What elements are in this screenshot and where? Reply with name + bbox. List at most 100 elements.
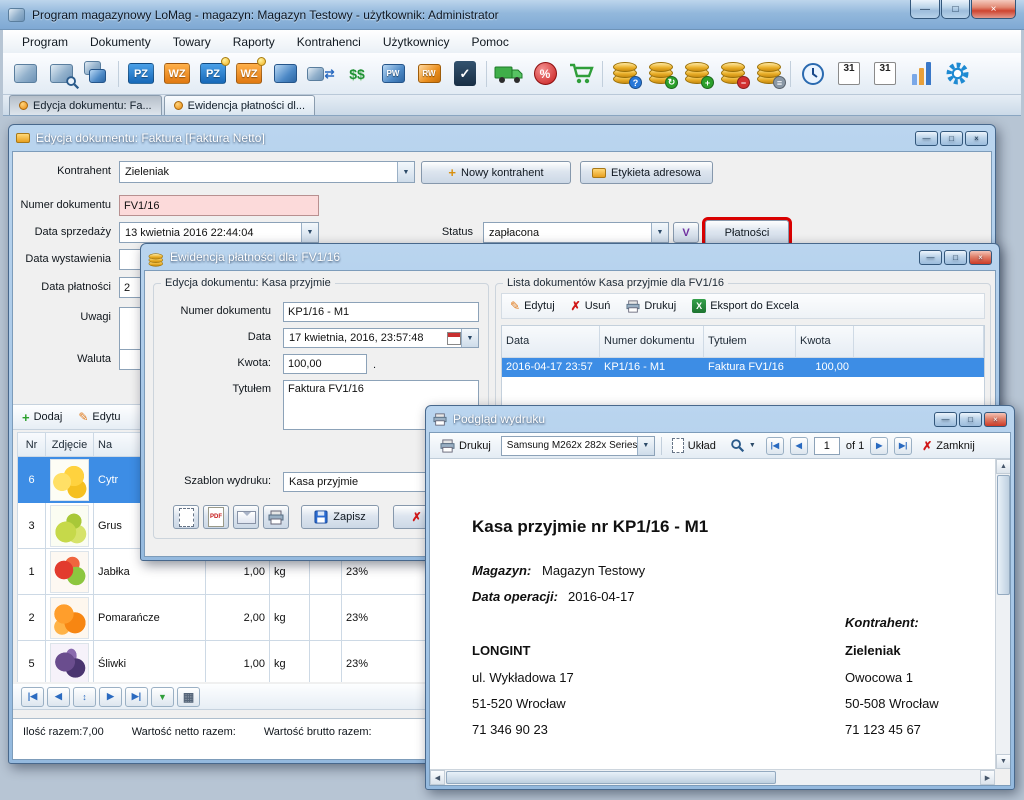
kp-numer-field[interactable]: KP1/16 - M1	[283, 302, 479, 322]
kontrahent-combobox[interactable]: Zieleniak ▼	[119, 161, 415, 183]
wz-document-icon[interactable]: WZ	[159, 56, 195, 92]
menu-raporty[interactable]: Raporty	[222, 32, 286, 52]
pz-document-icon[interactable]: PZ	[123, 56, 159, 92]
chevron-down-icon[interactable]: ▼	[397, 162, 414, 182]
export-pdf-button[interactable]: PDF	[203, 505, 229, 529]
header-numer-dokumentu[interactable]: Numer dokumentu	[600, 326, 704, 358]
sales-cart-icon[interactable]	[563, 56, 599, 92]
menu-pomoc[interactable]: Pomoc	[461, 32, 520, 52]
chevron-down-icon[interactable]: ▼	[301, 223, 318, 242]
printer-combobox[interactable]: Samsung M262x 282x Series ▼	[501, 436, 655, 456]
payment-minimize-button[interactable]: —	[919, 250, 942, 265]
print-preview-button[interactable]	[173, 505, 199, 529]
calendar-alt-icon[interactable]: 31	[867, 56, 903, 92]
grid-view-button[interactable]: ▦	[177, 687, 200, 707]
menu-towary[interactable]: Towary	[162, 32, 222, 52]
maximize-button[interactable]: □	[941, 0, 970, 19]
horizontal-scrollbar[interactable]: ◀ ▶	[430, 769, 995, 785]
payment-close-button[interactable]: ×	[969, 250, 992, 265]
prices-icon[interactable]: $$	[339, 56, 375, 92]
menu-program[interactable]: Program	[11, 32, 79, 52]
menu-dokumenty[interactable]: Dokumenty	[79, 32, 162, 52]
transfer-items-icon[interactable]: ⇄	[303, 56, 339, 92]
invoice-close-button[interactable]: ×	[965, 131, 988, 146]
rw-document-icon[interactable]: RW	[411, 56, 447, 92]
header-data[interactable]: Data	[502, 326, 600, 358]
list-edytuj-button[interactable]: ✎Edytuj	[510, 299, 555, 313]
invoice-titlebar[interactable]: Edycja dokumentu: Faktura [Faktura Netto…	[12, 125, 992, 151]
preview-maximize-button[interactable]: □	[959, 412, 982, 427]
invoice-maximize-button[interactable]: □	[940, 131, 963, 146]
vertical-scrollbar[interactable]: ▲ ▼	[995, 459, 1010, 769]
nav-first-button[interactable]: |◀	[21, 687, 44, 707]
pw-document-icon[interactable]: PW	[375, 56, 411, 92]
zapisz-button[interactable]: Zapisz	[301, 505, 379, 529]
header-tytulem[interactable]: Tytułem	[704, 326, 796, 358]
uklad-button[interactable]: Układ	[668, 436, 720, 455]
vertical-scroll-thumb[interactable]	[997, 475, 1010, 595]
payments-list-icon[interactable]: ≡	[751, 56, 787, 92]
list-usun-button[interactable]: ✗Usuń	[571, 299, 611, 313]
reports-chart-icon[interactable]	[903, 56, 939, 92]
tab-edycja-dokumentu[interactable]: Edycja dokumentu: Fa...	[9, 95, 162, 115]
header-nr[interactable]: Nr	[18, 433, 46, 457]
edytuj-button[interactable]: ✎Edytu	[78, 410, 120, 424]
chevron-down-icon[interactable]: ▼	[637, 437, 654, 455]
history-clock-icon[interactable]	[795, 56, 831, 92]
platnosci-button[interactable]: Płatności	[705, 220, 789, 245]
payment-titlebar[interactable]: Ewidencja płatności dla: FV1/16 — □ ×	[144, 244, 996, 270]
stocktaking-icon[interactable]: ✓	[447, 56, 483, 92]
send-email-button[interactable]	[233, 505, 259, 529]
scroll-right-button[interactable]: ▶	[980, 770, 995, 785]
scroll-left-button[interactable]: ◀	[430, 770, 445, 785]
numer-dokumentu-field[interactable]: FV1/16	[119, 195, 319, 216]
preview-close-button[interactable]: ×	[984, 412, 1007, 427]
scroll-up-button[interactable]: ▲	[996, 459, 1011, 474]
header-kwota[interactable]: Kwota	[796, 326, 854, 358]
chevron-down-icon[interactable]: ▼	[461, 329, 478, 347]
wz-correction-icon[interactable]: WZ	[231, 56, 267, 92]
zamknij-button[interactable]: ✗ Zamknij	[918, 437, 979, 455]
discounts-icon[interactable]: %	[527, 56, 563, 92]
header-zdjecie[interactable]: Zdjęcie	[46, 433, 94, 457]
filter-funnel-button[interactable]: ▼	[151, 687, 174, 707]
payments-search-icon[interactable]: ?	[607, 56, 643, 92]
etykieta-adresowa-button[interactable]: Etykieta adresowa	[580, 161, 713, 184]
find-item-icon[interactable]	[43, 56, 79, 92]
settings-gear-icon[interactable]	[939, 56, 975, 92]
preview-drukuj-button[interactable]: Drukuj	[436, 437, 495, 455]
kp-data-picker[interactable]: 17 kwietnia, 2016, 23:57:48 ▼	[283, 328, 479, 348]
menu-kontrahenci[interactable]: Kontrahenci	[286, 32, 372, 52]
close-button[interactable]: ×	[971, 0, 1016, 19]
menu-uzytkownicy[interactable]: Użytkownicy	[372, 32, 461, 52]
pz-correction-icon[interactable]: PZ	[195, 56, 231, 92]
tab-ewidencja-platnosci[interactable]: Ewidencja płatności dl...	[164, 95, 315, 115]
nav-prev-button[interactable]: ◀	[47, 687, 70, 707]
inventory-cube-icon[interactable]	[267, 56, 303, 92]
horizontal-scroll-thumb[interactable]	[446, 771, 776, 784]
kp-kwota-field[interactable]: 100,00	[283, 354, 367, 374]
payments-add-icon[interactable]: +	[679, 56, 715, 92]
page-number-field[interactable]: 1	[814, 437, 840, 455]
page-next-button[interactable]: ▶	[870, 437, 888, 455]
chevron-down-icon[interactable]: ▼	[651, 223, 668, 242]
payments-remove-icon[interactable]: −	[715, 56, 751, 92]
minimize-button[interactable]: —	[910, 0, 940, 19]
nowy-kontrahent-button[interactable]: + Nowy kontrahent	[421, 161, 571, 184]
nav-updown-button[interactable]: ↕	[73, 687, 96, 707]
nav-last-button[interactable]: ▶|	[125, 687, 148, 707]
preview-minimize-button[interactable]: —	[934, 412, 957, 427]
printer-settings-button[interactable]	[263, 505, 289, 529]
page-prev-button[interactable]: ◀	[790, 437, 808, 455]
zoom-button[interactable]: ▼	[726, 436, 760, 455]
preview-titlebar[interactable]: Podgląd wydruku — □ ×	[429, 406, 1011, 432]
nav-next-button[interactable]: ▶	[99, 687, 122, 707]
calendar-icon[interactable]: 31	[831, 56, 867, 92]
page-first-button[interactable]: |◀	[766, 437, 784, 455]
dodaj-button[interactable]: +Dodaj	[22, 411, 62, 424]
payment-row[interactable]: 2016-04-17 23:57 KP1/16 - M1 Faktura FV1…	[502, 358, 984, 377]
payments-exchange-icon[interactable]: ↻	[643, 56, 679, 92]
payment-maximize-button[interactable]: □	[944, 250, 967, 265]
list-eksport-excel-button[interactable]: XEksport do Excela	[692, 299, 799, 313]
list-drukuj-button[interactable]: Drukuj	[626, 300, 676, 313]
